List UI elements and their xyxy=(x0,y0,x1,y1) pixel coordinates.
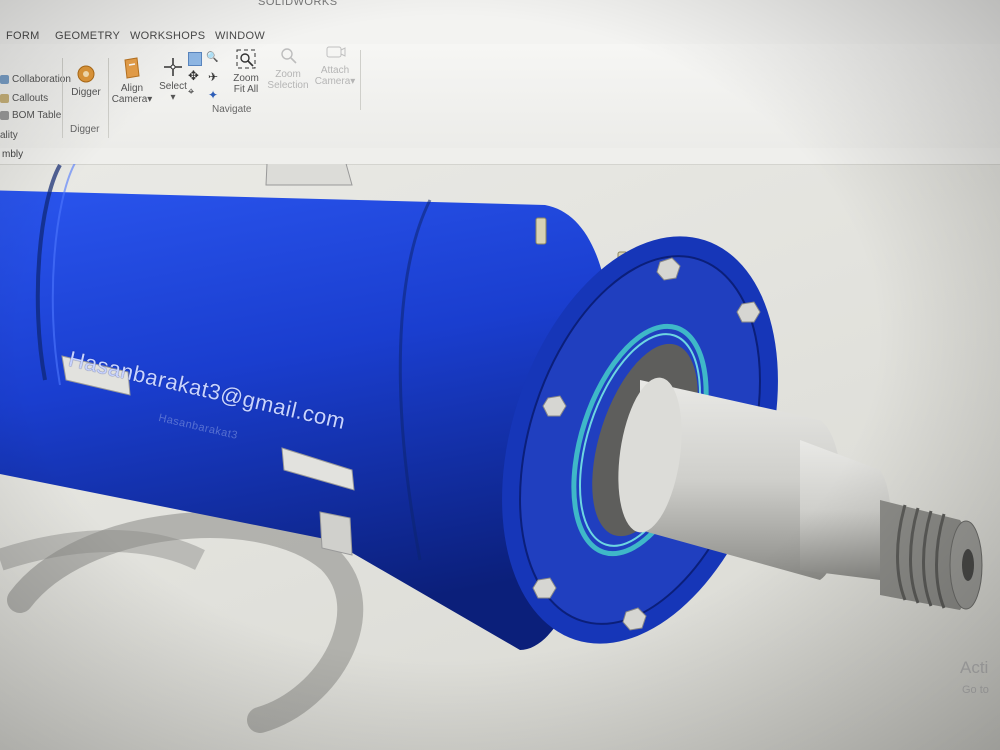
ribbon-divider xyxy=(108,58,109,138)
attach-camera-button[interactable]: Attach Camera▾ xyxy=(312,40,358,87)
tab-window[interactable]: WINDOW xyxy=(215,30,265,42)
assembly-panel-header: mbly xyxy=(0,148,1000,165)
align-camera-button[interactable]: Align Camera▾ xyxy=(110,56,154,105)
zoom-selection-label-2: Selection xyxy=(267,80,309,91)
tab-form[interactable]: FORM xyxy=(6,30,40,42)
window-title: SOLIDWORKS xyxy=(258,0,338,8)
zoom-icon[interactable]: 🔍 xyxy=(206,52,218,63)
crosshair-icon xyxy=(164,58,182,76)
zoom-fit-all-label-2: Fit All xyxy=(233,84,259,95)
model-render xyxy=(0,129,983,733)
attach-camera-label-1: Attach xyxy=(320,65,350,76)
digger-group-label: Digger xyxy=(70,124,100,135)
zoom-selection-label-1: Zoom xyxy=(275,69,301,80)
dropdown-arrow-icon: ▾ xyxy=(170,92,176,103)
fly-icon[interactable]: ✈ xyxy=(208,70,218,84)
collaboration-icon xyxy=(0,74,9,84)
select-button[interactable]: Select ▾ xyxy=(156,56,190,103)
align-camera-label-1: Align xyxy=(120,83,144,94)
rotate-view-icon[interactable] xyxy=(188,52,202,66)
turntable-icon[interactable]: ⌖ xyxy=(188,86,194,99)
dropdown-arrow-icon: ▾ xyxy=(147,94,153,105)
zoom-selection-icon xyxy=(281,48,297,64)
ribbon-divider xyxy=(360,50,361,110)
select-label: Select xyxy=(159,81,187,92)
walk-icon[interactable]: ✦ xyxy=(208,88,218,102)
tab-geometry[interactable]: GEOMETRY xyxy=(55,30,120,42)
panel-label: mbly xyxy=(2,149,24,160)
ribbon: Collaboration Callouts BOM Table ality D… xyxy=(0,44,1000,149)
zoom-fit-all-button[interactable]: Zoom Fit All xyxy=(228,48,264,95)
3d-viewport[interactable]: Hasanbarakat3@gmail.com Hasanbarakat3 xyxy=(0,129,1000,750)
align-camera-label-2: Camera xyxy=(111,94,148,105)
bom-table-button[interactable]: BOM Table xyxy=(0,110,61,121)
title-bar: SOLIDWORKS xyxy=(0,0,1000,25)
collaboration-button[interactable]: Collaboration xyxy=(0,74,71,85)
zoom-selection-button[interactable]: Zoom Selection xyxy=(264,44,312,91)
quality-button[interactable]: ality xyxy=(0,130,18,141)
pan-icon[interactable]: ✥ xyxy=(188,68,199,84)
callouts-button[interactable]: Callouts xyxy=(0,93,48,104)
dropdown-arrow-icon: ▾ xyxy=(350,76,356,87)
callouts-label: Callouts xyxy=(12,93,49,104)
align-camera-icon xyxy=(124,57,140,79)
zoom-fit-all-label-1: Zoom xyxy=(233,73,259,84)
digger-icon xyxy=(77,65,95,83)
activation-watermark: Acti xyxy=(960,658,989,677)
ribbon-divider xyxy=(62,58,63,138)
tab-workshops[interactable]: WORKSHOPS xyxy=(130,30,205,42)
bom-table-icon xyxy=(0,110,9,120)
digger-label: Digger xyxy=(71,87,101,98)
activation-watermark-sub: Go to xyxy=(962,684,989,696)
bom-table-label: BOM Table xyxy=(12,110,62,121)
digger-button[interactable]: Digger xyxy=(68,64,104,98)
attach-camera-icon xyxy=(326,46,346,58)
quality-label: ality xyxy=(0,130,18,141)
navigate-group-label: Navigate xyxy=(212,104,252,115)
callouts-icon xyxy=(0,93,9,103)
zoom-fit-all-icon xyxy=(236,49,256,69)
attach-camera-label-2: Camera xyxy=(314,76,351,87)
app-window: SOLIDWORKS FORM GEOMETRY WORKSHOPS WINDO… xyxy=(0,0,1000,750)
